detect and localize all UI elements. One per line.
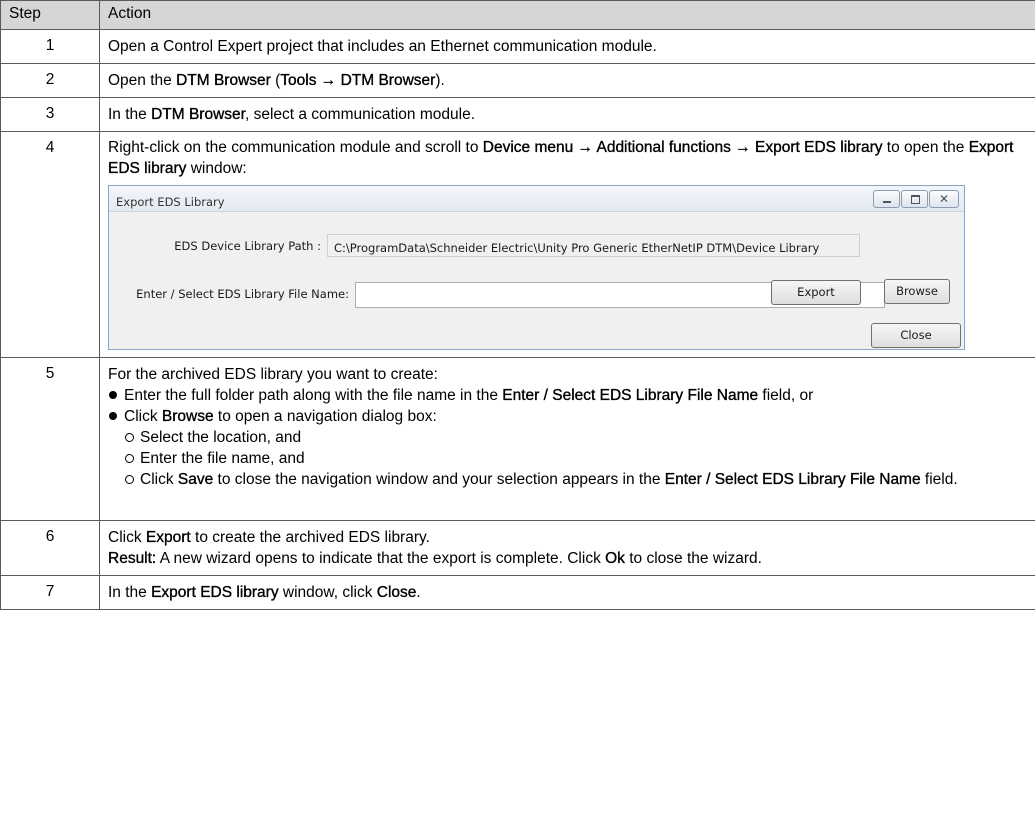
step-action: For the archived EDS library you want to… (99, 357, 1035, 521)
list-item: Select the location, and (124, 427, 1027, 448)
list-item: Click Save to close the navigation windo… (124, 469, 1027, 490)
table-row: 3 In the DTM Browser, select a communica… (0, 97, 1035, 132)
step-number: 7 (0, 575, 100, 610)
step-number: 6 (0, 520, 100, 576)
file-name-label: Enter / Select EDS Library File Name: (136, 287, 349, 301)
minimize-button[interactable] (873, 190, 900, 208)
table-row: 2 Open the DTM Browser (Tools → DTM Brow… (0, 63, 1035, 98)
step-number: 3 (0, 97, 100, 132)
list-item: Enter the file name, and (124, 448, 1027, 469)
close-icon: ✕ (938, 192, 950, 206)
step-action: Right-click on the communication module … (99, 131, 1035, 358)
step-number: 2 (0, 63, 100, 98)
step-number: 4 (0, 131, 100, 358)
export-button[interactable]: Export (771, 280, 861, 305)
library-path-field: C:\ProgramData\Schneider Electric\Unity … (327, 234, 860, 257)
list-item: Enter the full folder path along with th… (108, 385, 1027, 406)
step-action: In the Export EDS library window, click … (99, 575, 1035, 610)
list-item: Click Browse to open a navigation dialog… (108, 406, 1027, 490)
step-number: 1 (0, 29, 100, 64)
action-column-header: Action (99, 0, 1035, 30)
step-action: Open the DTM Browser (Tools → DTM Browse… (99, 63, 1035, 98)
step-column-header: Step (0, 0, 100, 30)
step-number: 5 (0, 357, 100, 521)
table-row: 6 Click Export to create the archived ED… (0, 520, 1035, 576)
maximize-button[interactable] (901, 190, 928, 208)
path-label: EDS Device Library Path : (174, 239, 321, 253)
browse-button[interactable]: Browse (884, 279, 950, 304)
table-row: 4 Right-click on the communication modul… (0, 131, 1035, 358)
dialog-title: Export EDS Library (116, 195, 225, 209)
step-action: In the DTM Browser, select a communicati… (99, 97, 1035, 132)
dialog-title-bar[interactable]: Export EDS Library ✕ (109, 186, 964, 212)
header-row: Step Action (0, 0, 1035, 30)
table-row: 7 In the Export EDS library window, clic… (0, 575, 1035, 610)
procedure-table: Step Action 1 Open a Control Expert proj… (0, 0, 1035, 610)
step-action: Click Export to create the archived EDS … (99, 520, 1035, 576)
export-eds-library-dialog: Export EDS Library ✕ EDS Device Library … (108, 185, 965, 350)
close-button[interactable]: Close (871, 323, 961, 348)
table-row: 5 For the archived EDS library you want … (0, 357, 1035, 521)
close-window-button[interactable]: ✕ (929, 190, 959, 208)
step-action: Open a Control Expert project that inclu… (99, 29, 1035, 64)
table-row: 1 Open a Control Expert project that inc… (0, 29, 1035, 64)
